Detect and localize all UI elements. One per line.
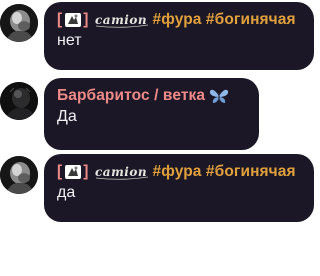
sticker-icon: [64, 164, 82, 180]
avatar[interactable]: [0, 156, 38, 194]
sticker-icon: [64, 12, 82, 28]
bracket-close: ]: [83, 163, 89, 180]
bracket-open: [: [57, 163, 63, 180]
message-bubble: [ ] camion #фура #богинячая да: [44, 154, 314, 222]
message-row[interactable]: [ ] camion #фура #богинячая нет: [0, 0, 320, 80]
butterfly-icon: [209, 87, 229, 105]
avatar[interactable]: [0, 82, 38, 120]
avatar[interactable]: [0, 4, 38, 42]
bracket-close: ]: [83, 11, 89, 28]
message-row[interactable]: [ ] camion #фура #богинячая да: [0, 152, 320, 232]
message-text: нет: [57, 32, 82, 49]
message-bubble: [ ] camion #фура #богинячая нет: [44, 2, 314, 70]
message-row[interactable]: Барбаритос / ветка Да: [0, 78, 320, 152]
user-tags: #фура #богинячая: [152, 11, 296, 28]
messages-2-nick: camion: [95, 165, 147, 179]
sender-name[interactable]: [ ] camion #фура #богинячая: [57, 10, 304, 30]
sender-name-text: Барбаритос / ветка: [57, 87, 206, 104]
message-text: Да: [57, 108, 77, 125]
nick-logo: camion: [94, 163, 150, 181]
message-text: да: [57, 184, 76, 201]
bracket-open: [: [57, 11, 63, 28]
messages-0-nick: camion: [95, 13, 147, 27]
nick-logo: camion: [94, 11, 150, 29]
sender-name[interactable]: [ ] camion #фура #богинячая: [57, 162, 304, 182]
message-bubble: Барбаритос / ветка Да: [44, 78, 259, 150]
sender-name[interactable]: Барбаритос / ветка: [57, 86, 249, 106]
user-tags: #фура #богинячая: [152, 163, 296, 180]
